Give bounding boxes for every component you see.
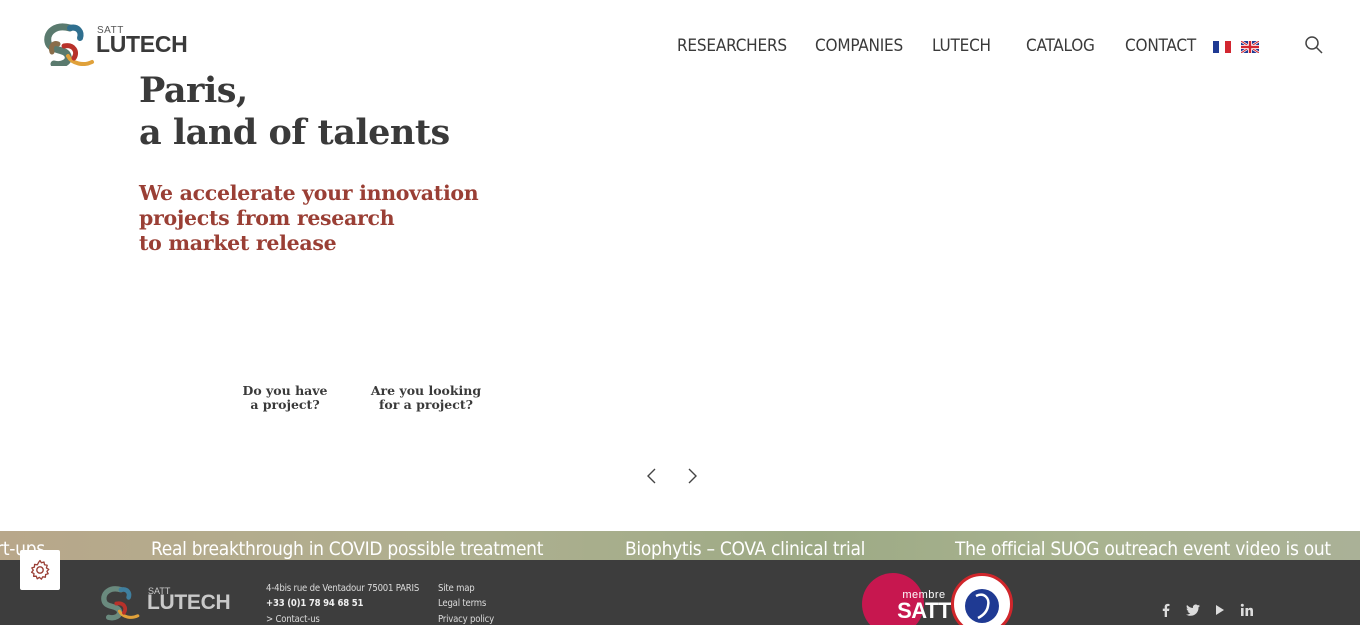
looking-project-line2: for a project? bbox=[379, 397, 473, 412]
ticker-item[interactable]: The official SUOG outreach event video i… bbox=[955, 538, 1331, 560]
logo-name-text: LUTECH bbox=[96, 31, 188, 57]
hero-title: Paris, a land of talents bbox=[139, 70, 450, 154]
footer-contact-link[interactable]: > Contact-us bbox=[266, 614, 320, 625]
have-project-line1: Do you have bbox=[242, 383, 328, 398]
footer-logo[interactable]: SATT LUTECH bbox=[101, 583, 231, 623]
uk-flag-icon[interactable] bbox=[1241, 41, 1259, 53]
membre-satt-badge[interactable]: membre SATT bbox=[862, 573, 951, 625]
youtube-icon[interactable] bbox=[1213, 603, 1227, 617]
gear-icon bbox=[30, 559, 50, 580]
footer-sitemap-link[interactable]: Site map bbox=[438, 583, 475, 594]
investir-avenir-badge-icon[interactable] bbox=[951, 573, 1013, 625]
slider-prev-icon[interactable] bbox=[645, 466, 659, 486]
hero-subtitle-line1: We accelerate your innovation bbox=[139, 181, 479, 205]
hero-subtitle: We accelerate your innovation projects f… bbox=[139, 181, 479, 256]
nav-companies[interactable]: COMPANIES bbox=[815, 36, 903, 56]
badge-satt-big-text: SATT bbox=[897, 598, 951, 623]
search-icon[interactable] bbox=[1304, 35, 1324, 55]
cookie-settings-button[interactable] bbox=[20, 550, 60, 590]
fr-flag-icon[interactable] bbox=[1213, 41, 1231, 53]
news-ticker: art-ups Real breakthrough in COVID possi… bbox=[0, 531, 1360, 560]
nav-contact[interactable]: CONTACT bbox=[1125, 36, 1196, 56]
hero-subtitle-line2: projects from research bbox=[139, 206, 395, 230]
footer-address: 4-4bis rue de Ventadour 75001 PARIS bbox=[266, 583, 420, 594]
footer-privacy-link[interactable]: Privacy policy bbox=[438, 614, 494, 625]
nav-researchers[interactable]: RESEARCHERS bbox=[677, 36, 787, 56]
site-logo[interactable]: SATT LUTECH bbox=[44, 22, 188, 66]
twitter-icon[interactable] bbox=[1186, 603, 1200, 617]
have-project-link[interactable]: Do you have a project? bbox=[240, 384, 330, 412]
linkedin-icon[interactable] bbox=[1240, 603, 1254, 617]
footer-legal-link[interactable]: Legal terms bbox=[438, 598, 486, 609]
footer-logo-name-text: LUTECH bbox=[147, 591, 231, 614]
slider-next-icon[interactable] bbox=[685, 466, 699, 486]
site-footer: SATT LUTECH 4-4bis rue de Ventadour 7500… bbox=[0, 560, 1360, 625]
site-header: SATT LUTECH RESEARCHERS COMPANIES LUTECH… bbox=[0, 0, 1360, 70]
ticker-item[interactable]: Real breakthrough in COVID possible trea… bbox=[151, 538, 543, 560]
have-project-line2: a project? bbox=[250, 397, 320, 412]
ticker-item[interactable]: Biophytis – COVA clinical trial bbox=[625, 538, 865, 560]
footer-phone[interactable]: +33 (0)1 78 94 68 51 bbox=[266, 598, 363, 609]
nav-lutech[interactable]: LUTECH bbox=[932, 36, 991, 56]
hero-subtitle-line3: to market release bbox=[139, 231, 337, 255]
looking-project-line1: Are you looking bbox=[370, 383, 482, 398]
footer-logo-mark-icon bbox=[101, 586, 140, 621]
logo-mark-icon bbox=[44, 23, 94, 66]
marianne-profile-icon bbox=[965, 589, 999, 623]
hero-title-line1: Paris, bbox=[139, 70, 248, 111]
looking-project-link[interactable]: Are you looking for a project? bbox=[368, 384, 484, 412]
nav-catalog[interactable]: CATALOG bbox=[1026, 36, 1095, 56]
facebook-icon[interactable] bbox=[1159, 603, 1173, 617]
hero-title-line2: a land of talents bbox=[139, 112, 450, 153]
